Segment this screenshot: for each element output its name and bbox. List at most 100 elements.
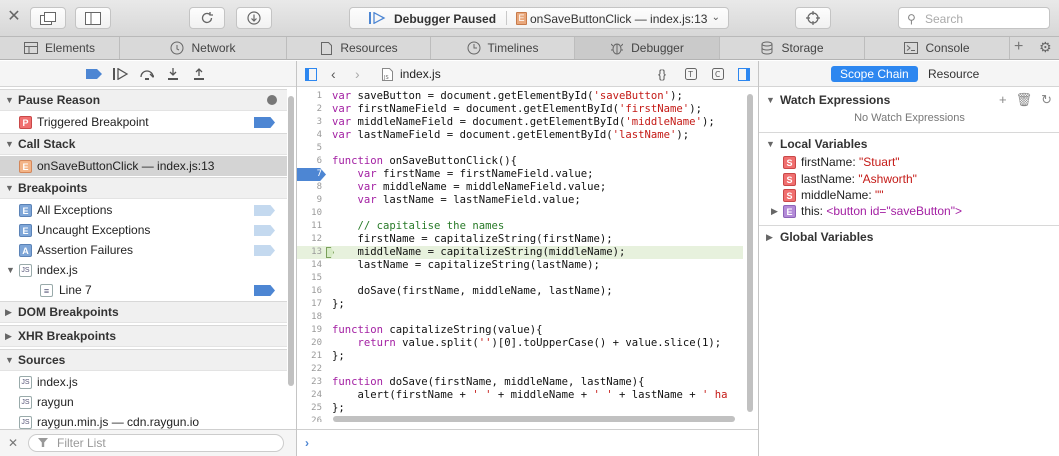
- source-item[interactable]: JS raygun: [0, 392, 287, 412]
- quick-console[interactable]: ›: [297, 429, 758, 456]
- code-line[interactable]: 1 var saveButton = document.getElementByI…: [297, 90, 743, 103]
- line-number[interactable]: 7: [297, 168, 322, 181]
- code-line[interactable]: 6 function onSaveButtonClick(){: [297, 155, 743, 168]
- step-out-icon[interactable]: [193, 67, 205, 81]
- line-number[interactable]: 6: [297, 155, 322, 168]
- code-line[interactable]: 5: [297, 142, 743, 155]
- code-line[interactable]: 15: [297, 272, 743, 285]
- download-button[interactable]: [236, 7, 272, 29]
- line-number[interactable]: 24: [297, 389, 322, 402]
- tab-resource[interactable]: Resource: [919, 66, 988, 82]
- code-line[interactable]: 4 var lastNameField = document.getElement…: [297, 129, 743, 142]
- local-variable[interactable]: S middleName: "": [759, 187, 1059, 203]
- line-number[interactable]: 4: [297, 129, 322, 142]
- code-line[interactable]: 16 doSave(firstName, middleName, lastNam…: [297, 285, 743, 298]
- close-icon[interactable]: ✕: [6, 9, 22, 25]
- line-number[interactable]: 8: [297, 181, 322, 194]
- dom-breakpoints-header[interactable]: ▶ DOM Breakpoints: [0, 301, 287, 323]
- code-line[interactable]: 11 // capitalise the names: [297, 220, 743, 233]
- inspect-element-button[interactable]: [795, 7, 831, 29]
- breakpoint-all-exceptions[interactable]: E All Exceptions: [0, 200, 287, 220]
- line-number[interactable]: 10: [297, 207, 322, 220]
- line-number[interactable]: 20: [297, 337, 322, 350]
- line-number[interactable]: 12: [297, 233, 322, 246]
- toggle-navigation-icon[interactable]: [305, 67, 317, 81]
- breakpoints-header[interactable]: ▼ Breakpoints: [0, 177, 287, 199]
- breakpoint-flag-icon[interactable]: [254, 117, 275, 128]
- reload-button[interactable]: [189, 7, 225, 29]
- breakpoint-flag-icon[interactable]: [254, 285, 275, 296]
- line-number[interactable]: 13: [297, 246, 322, 259]
- breakpoint-flag-icon[interactable]: [254, 225, 275, 236]
- watch-expressions-header[interactable]: ▼ Watch Expressions + 🗑 ↻: [759, 89, 1059, 111]
- step-into-icon[interactable]: [167, 67, 179, 81]
- breakpoint-flag-icon[interactable]: [254, 205, 275, 216]
- editor-vertical-scrollbar[interactable]: [747, 94, 753, 412]
- debugger-status[interactable]: Debugger Paused E onSaveButtonClick — in…: [349, 7, 729, 29]
- code-line[interactable]: 17};: [297, 298, 743, 311]
- code-line[interactable]: 2 var firstNameField = document.getElemen…: [297, 103, 743, 116]
- tab-timelines[interactable]: Timelines: [431, 37, 575, 59]
- gear-icon[interactable]: ⚙: [1039, 39, 1052, 56]
- toggle-details-icon[interactable]: [738, 67, 750, 81]
- source-item[interactable]: JS raygun.min.js — cdn.raygun.io: [0, 412, 287, 429]
- line-number[interactable]: 1: [297, 90, 322, 103]
- undock-button[interactable]: [30, 7, 66, 29]
- line-number[interactable]: 11: [297, 220, 322, 233]
- pause-reason-header[interactable]: ▼ Pause Reason: [0, 89, 287, 111]
- code-line[interactable]: 22: [297, 363, 743, 376]
- line-number[interactable]: 9: [297, 194, 322, 207]
- code-line[interactable]: 23 function doSave(firstName, middleName,…: [297, 376, 743, 389]
- local-variable[interactable]: S lastName: "Ashworth": [759, 171, 1059, 187]
- sidebar-scrollbar[interactable]: [288, 96, 294, 386]
- type-profiler-icon[interactable]: T: [685, 67, 697, 81]
- code-line[interactable]: 14 lastName = capitalizeString(lastName)…: [297, 259, 743, 272]
- search-input[interactable]: ⚲ Search: [898, 7, 1050, 29]
- code-line[interactable]: 19 function capitalizeString(value){: [297, 324, 743, 337]
- continue-icon[interactable]: [113, 67, 129, 81]
- breakpoint-assertion-failures[interactable]: A Assertion Failures: [0, 240, 287, 260]
- local-variables-header[interactable]: ▼ Local Variables: [759, 132, 1059, 154]
- breakpoints-toggle-icon[interactable]: [86, 67, 102, 81]
- line-number[interactable]: 5: [297, 142, 322, 155]
- forward-icon[interactable]: ›: [355, 66, 360, 82]
- xhr-breakpoints-header[interactable]: ▶ XHR Breakpoints: [0, 325, 287, 347]
- pretty-print-icon[interactable]: {}: [658, 67, 666, 81]
- line-number[interactable]: 25: [297, 402, 322, 415]
- tab-debugger[interactable]: Debugger: [575, 37, 720, 59]
- code-line[interactable]: 9 var lastName = lastNameField.value;: [297, 194, 743, 207]
- line-number[interactable]: 16: [297, 285, 322, 298]
- tab-storage[interactable]: Storage: [720, 37, 865, 59]
- code-line[interactable]: 20 return value.split('')[0].toUpperCase…: [297, 337, 743, 350]
- line-number[interactable]: 19: [297, 324, 322, 337]
- line-number[interactable]: 22: [297, 363, 322, 376]
- line-number[interactable]: 14: [297, 259, 322, 272]
- code-line[interactable]: 3 var middleNameField = document.getEleme…: [297, 116, 743, 129]
- code-line[interactable]: 7 var firstName = firstNameField.value;: [297, 168, 743, 181]
- global-variables-header[interactable]: ▶ Global Variables: [759, 225, 1059, 247]
- line-number[interactable]: 23: [297, 376, 322, 389]
- call-stack-header[interactable]: ▼ Call Stack: [0, 133, 287, 155]
- line-number[interactable]: 21: [297, 350, 322, 363]
- line-number[interactable]: 17: [297, 298, 322, 311]
- back-icon[interactable]: ‹: [331, 66, 336, 82]
- trash-icon[interactable]: 🗑: [1016, 93, 1033, 107]
- tab-scope-chain[interactable]: Scope Chain: [831, 66, 918, 82]
- disclosure-closed-icon[interactable]: ▶: [771, 203, 778, 219]
- tab-elements[interactable]: Elements: [0, 37, 120, 59]
- code-line[interactable]: 8 var middleName = middleNameField.value…: [297, 181, 743, 194]
- local-variable[interactable]: S firstName: "Stuart": [759, 154, 1059, 170]
- breakpoint-file-index-js[interactable]: ▼ JS index.js: [0, 260, 287, 280]
- local-variable-this[interactable]: ▶ E this: <button id="saveButton">: [759, 203, 1059, 219]
- line-number[interactable]: 26: [297, 415, 322, 422]
- code-line[interactable]: 24 alert(firstName + ' ' + middleName + …: [297, 389, 743, 402]
- step-over-icon[interactable]: [140, 67, 154, 81]
- line-number[interactable]: 18: [297, 311, 322, 324]
- source-item[interactable]: JS index.js: [0, 372, 287, 392]
- code-line[interactable]: 18: [297, 311, 743, 324]
- tab-resources[interactable]: Resources: [287, 37, 431, 59]
- code-line[interactable]: 13 middleName = capitalizeString(middleN…: [297, 246, 743, 259]
- editor-horizontal-scrollbar[interactable]: [333, 416, 735, 422]
- close-filter-icon[interactable]: ✕: [8, 436, 18, 450]
- pause-reason-item[interactable]: P Triggered Breakpoint: [0, 112, 287, 132]
